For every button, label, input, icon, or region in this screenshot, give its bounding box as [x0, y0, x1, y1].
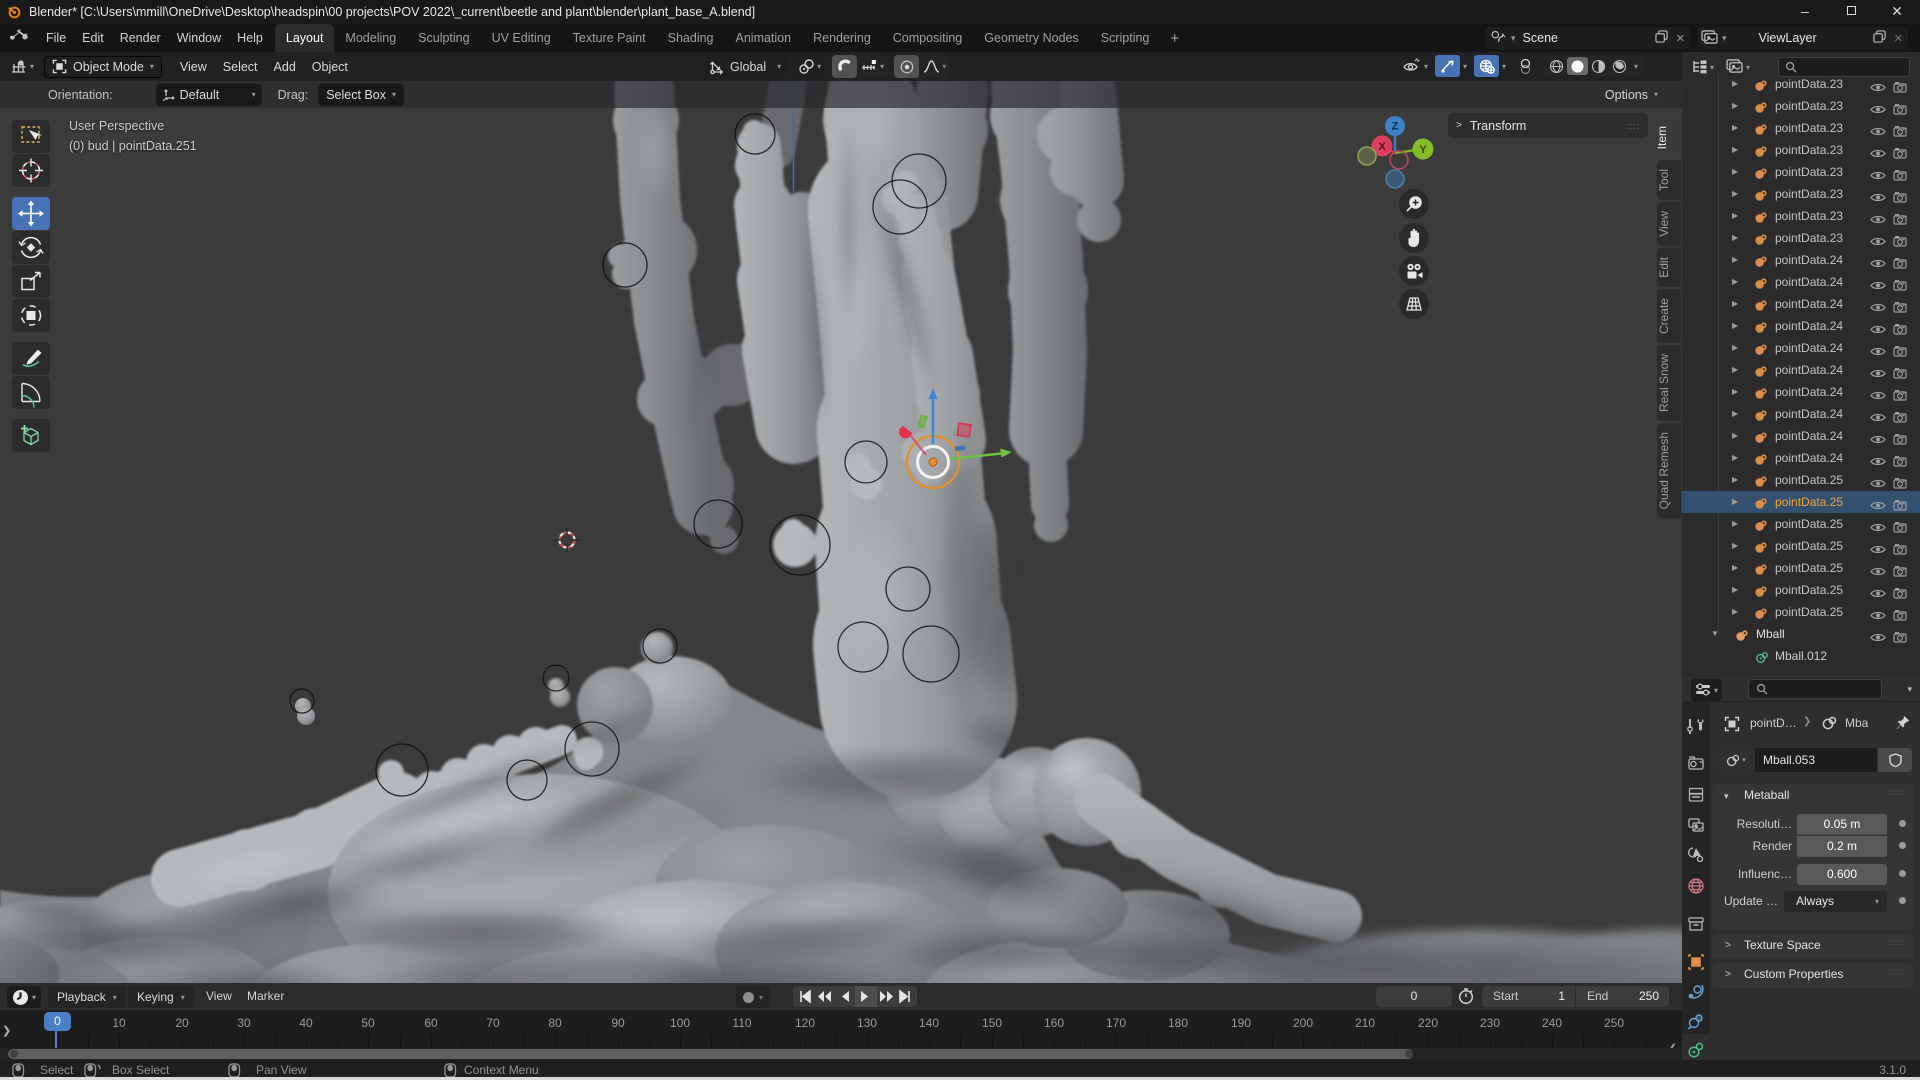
svg-text:X: X: [1378, 141, 1386, 153]
svg-text:Y: Y: [1419, 144, 1427, 156]
svg-text:Z: Z: [1392, 121, 1399, 133]
